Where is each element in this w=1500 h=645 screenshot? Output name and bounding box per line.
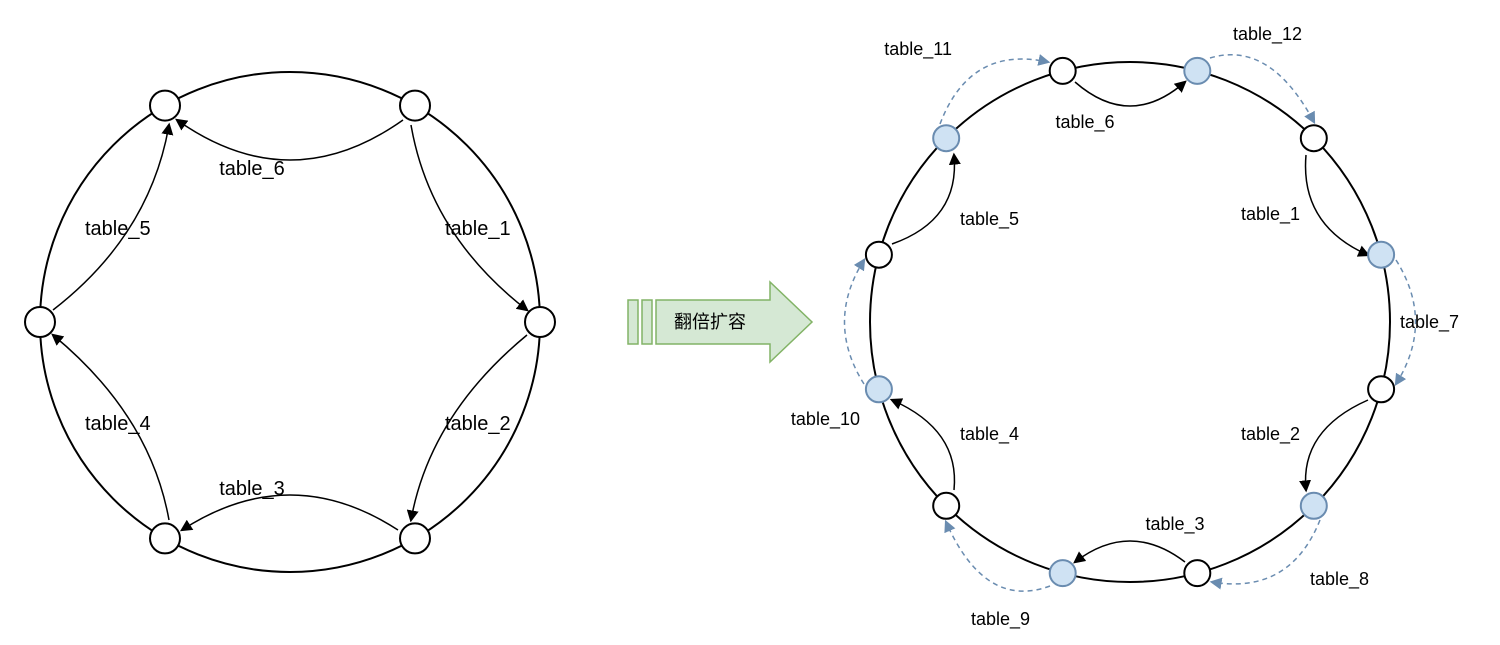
expand-arrow: 翻倍扩容 — [628, 282, 812, 362]
right-arc-table11 — [940, 59, 1048, 124]
left-node-6 — [150, 91, 180, 121]
right-label-table11: table_11 — [884, 39, 952, 60]
left-node-2 — [525, 307, 555, 337]
right-label-table5: table_5 — [960, 209, 1019, 230]
right-label-table10: table_10 — [791, 409, 860, 430]
right-node-w3 — [1368, 376, 1394, 402]
left-node-1 — [400, 91, 430, 121]
right-label-table1: table_1 — [1241, 204, 1300, 225]
left-ring — [40, 72, 540, 572]
left-label-table1: table_1 — [445, 218, 511, 240]
left-label-table2: table_2 — [445, 413, 511, 435]
left-label-table4: table_4 — [85, 413, 151, 435]
expand-arrow-label: 翻倍扩容 — [674, 312, 746, 332]
right-label-table2: table_2 — [1241, 424, 1300, 445]
left-arc-table6 — [177, 120, 403, 160]
left-arc-table3 — [182, 495, 398, 530]
right-arc-table8 — [1212, 520, 1320, 584]
right-node-b5 — [866, 376, 892, 402]
right-arc-table10 — [845, 260, 865, 384]
right-node-w2 — [1301, 125, 1327, 151]
right-arc-table3 — [1075, 541, 1185, 562]
right-label-table8: table_8 — [1310, 569, 1369, 590]
right-label-table6: table_6 — [1055, 112, 1114, 133]
left-node-3 — [400, 523, 430, 553]
right-ring-group: table_6 table_1 table_2 table_3 table_4 … — [791, 24, 1459, 630]
right-node-w1 — [1050, 58, 1076, 84]
right-label-table4: table_4 — [960, 424, 1019, 445]
right-node-w4 — [1184, 560, 1210, 586]
right-node-w5 — [933, 493, 959, 519]
right-arc-table1 — [1306, 155, 1368, 255]
right-node-w6 — [866, 242, 892, 268]
right-label-table7: table_7 — [1400, 312, 1459, 333]
right-arc-table12 — [1210, 55, 1314, 122]
right-node-b2 — [1368, 242, 1394, 268]
right-arc-table9 — [946, 522, 1050, 591]
left-ring-group: table_6 table_1 table_2 table_3 table_4 … — [25, 72, 555, 572]
left-node-5 — [25, 307, 55, 337]
right-label-table9: table_9 — [971, 609, 1030, 630]
right-arc-table6 — [1075, 82, 1185, 106]
left-label-table6: table_6 — [219, 158, 285, 180]
diagram-canvas: table_6 table_1 table_2 table_3 table_4 … — [0, 0, 1500, 645]
left-label-table5: table_5 — [85, 218, 151, 240]
left-node-4 — [150, 523, 180, 553]
right-node-b1 — [1184, 58, 1210, 84]
right-node-b3 — [1301, 493, 1327, 519]
right-label-table12: table_12 — [1233, 24, 1302, 45]
right-label-table3: table_3 — [1145, 514, 1204, 535]
left-label-table3: table_3 — [219, 478, 285, 500]
right-node-b6 — [933, 125, 959, 151]
right-node-b4 — [1050, 560, 1076, 586]
